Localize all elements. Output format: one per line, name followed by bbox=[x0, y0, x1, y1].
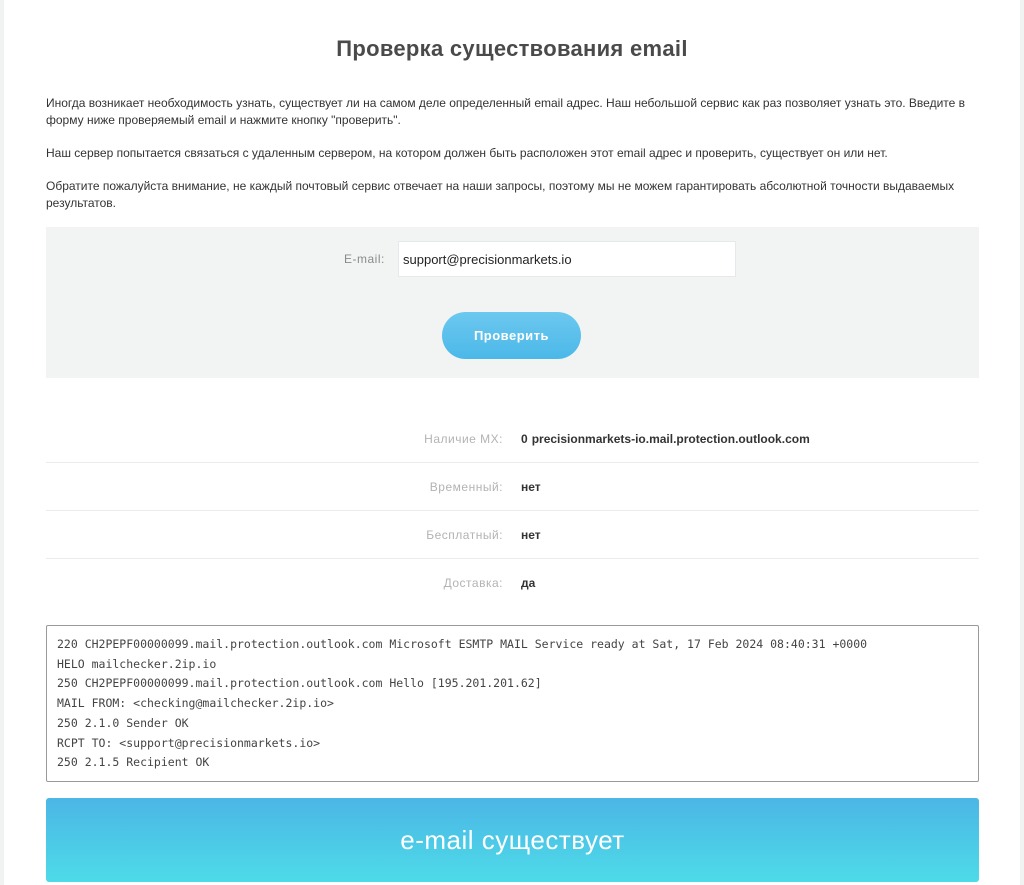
intro-paragraph-1: Иногда возникает необходимость узнать, с… bbox=[46, 96, 966, 127]
results-table: Наличие MX: 0 precisionmarkets-io.mail.pr… bbox=[46, 415, 979, 606]
page-title: Проверка существования email bbox=[336, 36, 688, 61]
log-line: MAIL FROM: <checking@mailchecker.2ip.io> bbox=[57, 696, 334, 711]
result-label: Бесплатный: bbox=[426, 528, 503, 542]
check-button[interactable]: Проверить bbox=[442, 312, 581, 359]
smtp-log[interactable]: 220 CH2PEPF00000099.mail.protection.outl… bbox=[46, 625, 979, 782]
intro-paragraph-2: Наш сервер попытается связаться с удален… bbox=[46, 146, 888, 160]
log-line: 220 CH2PEPF00000099.mail.protection.outl… bbox=[57, 637, 868, 651]
result-row-temporary: Временный: нет bbox=[46, 463, 979, 511]
mx-host: precisionmarkets-io.mail.protection.outl… bbox=[531, 432, 810, 446]
mx-status-icon: 0 bbox=[521, 432, 528, 446]
email-label: E-mail: bbox=[344, 252, 385, 266]
log-line: HELO mailchecker.2ip.io bbox=[57, 656, 217, 671]
result-label: Доставка: bbox=[443, 576, 503, 590]
log-line: 250 2.1.5 Recipient OK bbox=[57, 755, 210, 770]
result-label: Временный: bbox=[429, 480, 503, 494]
result-row-mx: Наличие MX: 0 precisionmarkets-io.mail.pr… bbox=[46, 415, 979, 463]
log-line: 250 2.1.0 Sender OK bbox=[57, 715, 189, 730]
page-frame-left bbox=[0, 0, 4, 885]
result-value: 0 precisionmarkets-io.mail.protection.out… bbox=[521, 432, 810, 446]
email-input[interactable] bbox=[398, 241, 736, 277]
result-label: Наличие MX: bbox=[424, 432, 503, 446]
result-value: да bbox=[521, 576, 536, 590]
intro-paragraph-3: Обратите пожалуйста внимание, не каждый … bbox=[46, 179, 955, 210]
log-line: RCPT TO: <support@precisionmarkets.io> bbox=[57, 735, 321, 750]
result-banner-text: e-mail существует bbox=[400, 824, 625, 855]
email-check-form: E-mail: Проверить bbox=[46, 227, 979, 378]
page-frame-right bbox=[1020, 0, 1024, 885]
log-line: 250 CH2PEPF00000099.mail.protection.outl… bbox=[57, 676, 542, 691]
result-banner: e-mail существует bbox=[46, 798, 979, 882]
result-value: нет bbox=[521, 528, 541, 542]
result-row-delivery: Доставка: да bbox=[46, 559, 979, 606]
result-value: нет bbox=[521, 480, 541, 494]
result-row-free: Бесплатный: нет bbox=[46, 511, 979, 559]
